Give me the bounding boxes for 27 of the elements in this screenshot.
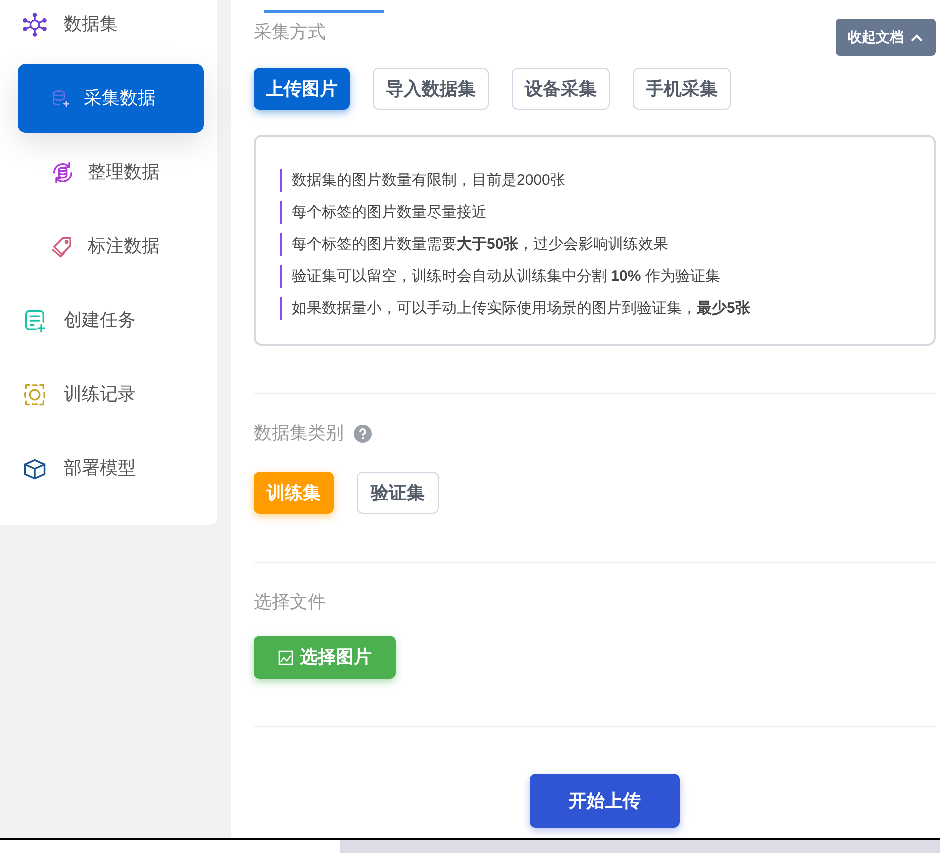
help-icon — [354, 424, 372, 442]
sidebar-item[interactable]: 数据集 — [0, 0, 217, 59]
sidebar-item[interactable]: 标注数据 — [18, 212, 204, 281]
image-icon — [278, 650, 294, 666]
database-plus-icon — [50, 88, 72, 110]
sidebar-item[interactable]: 整理数据 — [18, 138, 204, 207]
collapse-docs-button[interactable]: 收起文档 — [836, 19, 936, 56]
network-icon — [22, 12, 48, 38]
method-button[interactable]: 上传图片 — [254, 68, 350, 110]
note-text: 如果数据量小，可以手动上传实际使用场景的图片到验证集，最少5张 — [292, 300, 750, 317]
start-upload-button[interactable]: 开始上传 — [530, 774, 680, 828]
section-title: 选择文件 — [254, 591, 327, 614]
method-button[interactable]: 导入数据集 — [373, 68, 489, 110]
section-title: 采集方式 — [254, 21, 326, 44]
note-text: 验证集可以留空，训练时会自动从训练集中分割 10% 作为验证集 — [292, 268, 720, 285]
sidebar-item[interactable]: 创建任务 — [0, 286, 217, 355]
method-button[interactable]: 设备采集 — [512, 68, 610, 110]
sidebar-item[interactable]: 采集数据 — [18, 64, 204, 133]
sidebar-item[interactable]: 训练记录 — [0, 360, 217, 429]
note-text: 数据集的图片数量有限制，目前是2000张 — [292, 172, 566, 189]
cycle-icon — [22, 382, 48, 408]
sidebar-item[interactable]: 部署模型 — [0, 434, 217, 503]
method-button[interactable]: 手机采集 — [633, 68, 731, 110]
section-title: 数据集类别 — [254, 422, 344, 445]
category-button[interactable]: 验证集 — [357, 472, 439, 514]
note-text: 每个标签的图片数量尽量接近 — [292, 204, 487, 221]
note-text: 每个标签的图片数量需要大于50张，过少会影响训练效果 — [292, 236, 669, 253]
